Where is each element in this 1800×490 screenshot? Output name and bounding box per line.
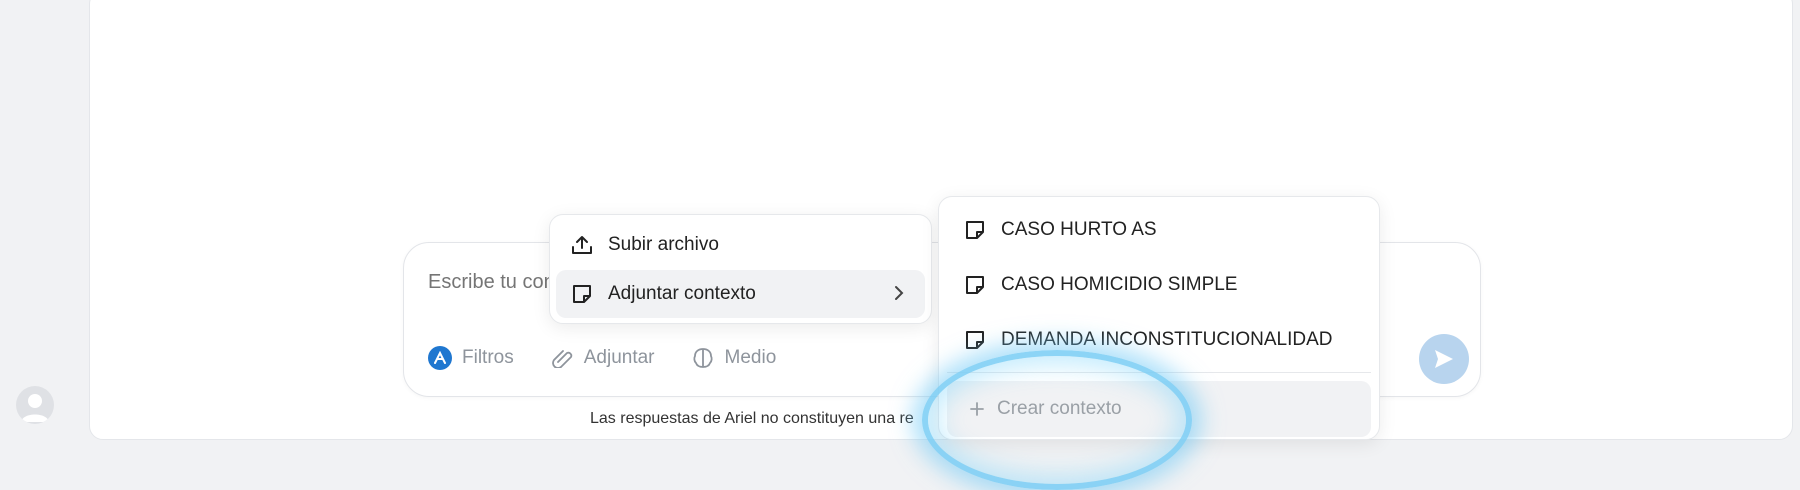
create-context-button[interactable]: Crear contexto — [947, 381, 1371, 437]
upload-file-label: Subir archivo — [608, 234, 719, 255]
menu-divider — [947, 372, 1371, 373]
context-item-label: CASO HOMICIDIO SIMPLE — [1001, 274, 1238, 295]
attach-context-item[interactable]: Adjuntar contexto — [556, 270, 925, 318]
note-icon — [570, 282, 594, 306]
attach-button[interactable]: Adjuntar — [550, 347, 655, 369]
context-item[interactable]: CASO HURTO AS — [963, 215, 1157, 245]
create-context-label: Crear contexto — [997, 398, 1122, 419]
attach-context-label: Adjuntar contexto — [608, 283, 756, 304]
user-avatar-icon[interactable] — [16, 386, 54, 424]
context-item-label: DEMANDA INCONSTITUCIONALIDAD — [1001, 329, 1333, 350]
plus-icon — [969, 401, 985, 417]
note-icon — [963, 218, 987, 242]
attach-label: Adjuntar — [583, 347, 655, 368]
context-item[interactable]: CASO HOMICIDIO SIMPLE — [963, 270, 1237, 300]
brain-icon — [691, 346, 715, 370]
chevron-right-icon — [893, 284, 905, 302]
disclaimer-text: Las respuestas de Ariel no constituyen u… — [590, 410, 914, 427]
context-item-label: CASO HURTO AS — [1001, 219, 1157, 240]
attach-menu: Subir archivo Adjuntar contexto — [549, 214, 932, 324]
upload-file-item[interactable]: Subir archivo — [556, 221, 925, 269]
upload-icon — [570, 233, 594, 257]
filter-logo-icon — [428, 346, 452, 370]
note-icon — [963, 328, 987, 352]
composer-toolbar: Filtros Adjuntar Medio — [428, 343, 776, 373]
mode-button[interactable]: Medio — [691, 346, 777, 370]
mode-label: Medio — [724, 347, 777, 368]
paperclip-icon — [550, 348, 574, 368]
send-icon — [1432, 347, 1456, 371]
send-button[interactable] — [1419, 334, 1469, 384]
context-submenu: CASO HURTO AS CASO HOMICIDIO SIMPLE DEMA… — [938, 196, 1380, 440]
filters-button[interactable]: Filtros — [428, 346, 514, 370]
filters-label: Filtros — [462, 347, 514, 368]
note-icon — [963, 273, 987, 297]
sidebar — [0, 0, 89, 451]
context-item[interactable]: DEMANDA INCONSTITUCIONALIDAD — [963, 325, 1332, 355]
